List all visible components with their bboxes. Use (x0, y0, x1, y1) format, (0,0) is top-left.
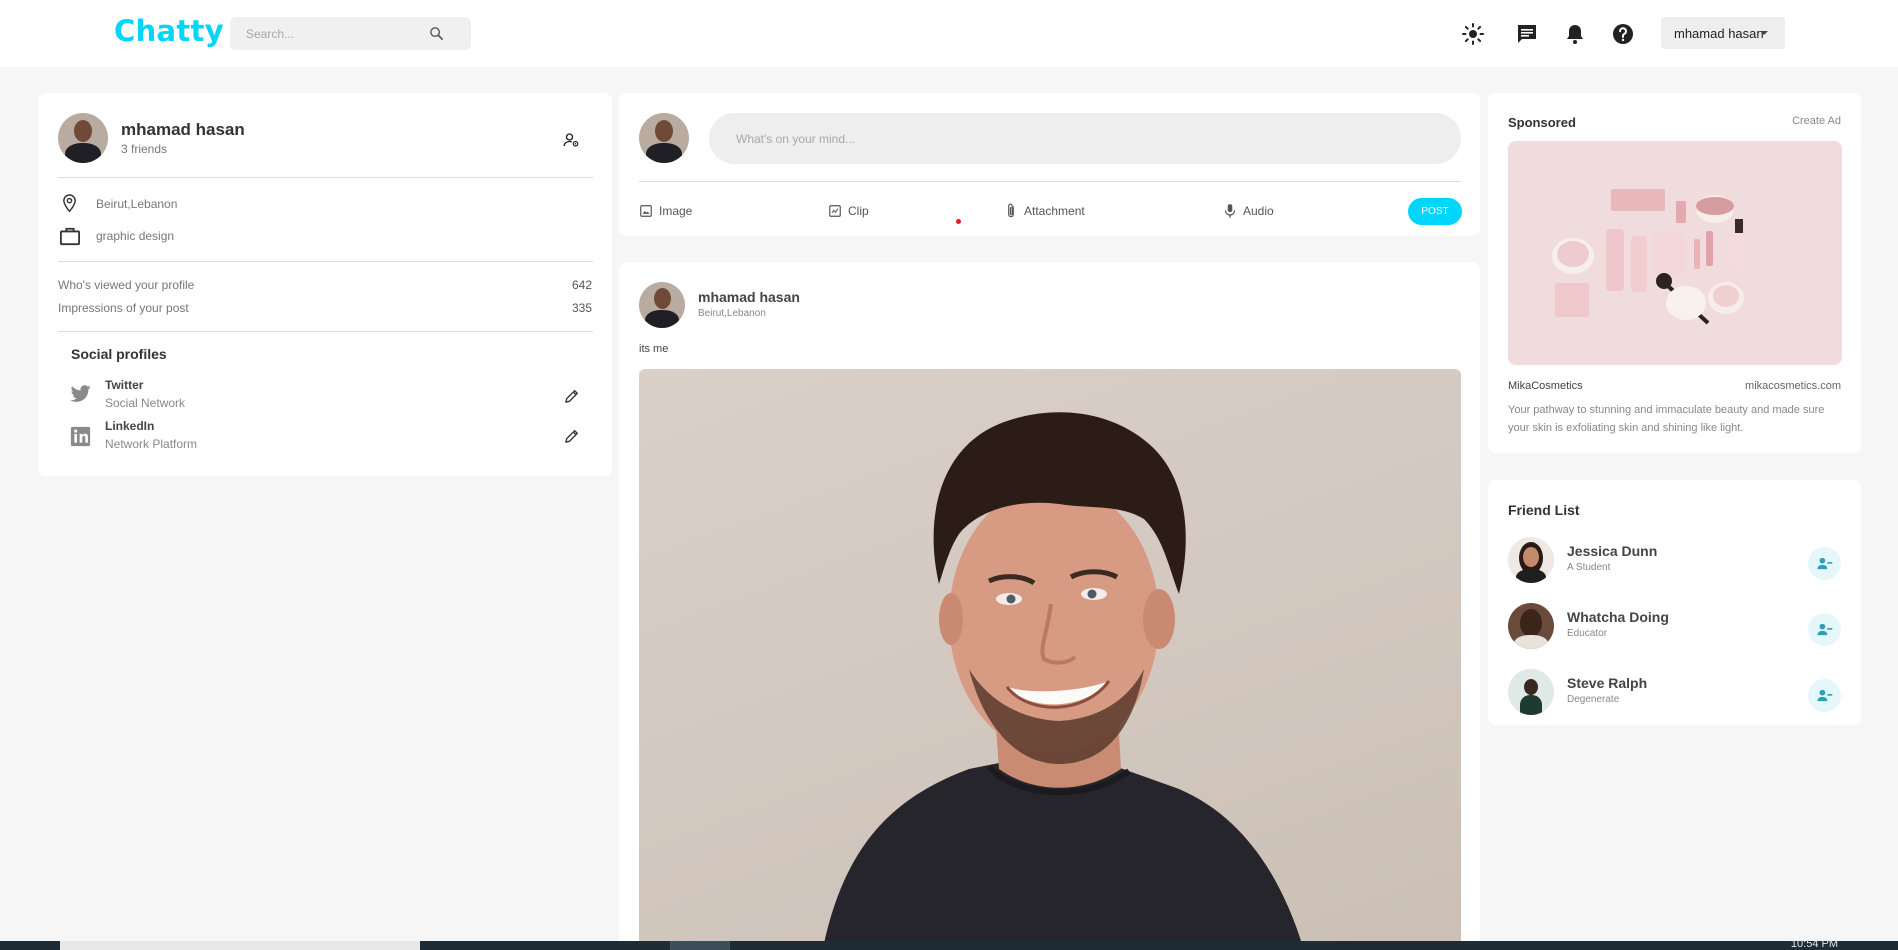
post-author-name[interactable]: mhamad hasan (698, 289, 800, 305)
cosmetics-photo (1508, 141, 1842, 365)
taskbar-search[interactable] (60, 941, 420, 950)
help-icon[interactable] (1611, 22, 1635, 46)
sponsored-card: Sponsored Create Ad MikaCosmetics mikaco… (1488, 93, 1861, 453)
friend-subtitle: Degenerate (1567, 694, 1620, 705)
twitter-sub: Social Network (105, 396, 186, 410)
image-action-button[interactable]: Image (639, 202, 692, 220)
remove-friend-button[interactable] (1808, 613, 1841, 646)
stat-label-profile-views: Who's viewed your profile (58, 278, 195, 292)
search-input[interactable] (246, 17, 426, 50)
ad-url[interactable]: mikacosmetics.com (1745, 380, 1841, 392)
composer-avatar[interactable] (639, 113, 689, 163)
location-icon (63, 194, 76, 213)
friend-list-card: Friend List Jessica Dunn A Student Whatc… (1488, 480, 1861, 725)
friend-name[interactable]: Steve Ralph (1567, 675, 1647, 691)
linkedin-name[interactable]: LinkedIn (105, 419, 154, 433)
stat-value-profile-views: 642 (571, 278, 592, 292)
mic-icon (1224, 204, 1236, 218)
friend-subtitle: A Student (1567, 562, 1611, 573)
top-navbar: Chatty mhamad hasan (0, 0, 1898, 67)
attachment-action-label: Attachment (1024, 204, 1085, 218)
profile-avatar[interactable] (58, 113, 108, 163)
friend-avatar[interactable] (1508, 537, 1554, 583)
manage-friends-icon[interactable] (562, 131, 580, 149)
profile-name[interactable]: mhamad hasan (121, 120, 245, 140)
chevron-down-icon (1760, 31, 1768, 35)
ad-image[interactable] (1508, 141, 1842, 365)
recording-indicator (956, 219, 961, 224)
search-icon[interactable] (428, 25, 445, 42)
sun-icon[interactable] (1461, 22, 1485, 46)
friend-avatar[interactable] (1508, 603, 1554, 649)
post-composer: Image Clip Attachment Audio POST (619, 93, 1480, 236)
user-menu-button[interactable]: mhamad hasan (1661, 17, 1785, 49)
friend-item[interactable]: Steve Ralph Degenerate (1508, 669, 1841, 715)
remove-friend-button[interactable] (1808, 547, 1841, 580)
divider (639, 181, 1461, 182)
divider (58, 261, 593, 262)
remove-friend-icon (1817, 623, 1833, 636)
ad-description: Your pathway to stunning and immaculate … (1508, 404, 1825, 434)
friend-list-title: Friend List (1508, 502, 1580, 518)
divider (58, 331, 593, 332)
clip-icon (829, 205, 841, 217)
remove-friend-icon (1817, 557, 1833, 570)
image-action-label: Image (659, 204, 693, 218)
remove-friend-icon (1817, 689, 1833, 702)
paperclip-icon (1008, 203, 1014, 218)
post-image[interactable] (639, 369, 1461, 950)
create-ad-link[interactable]: Create Ad (1792, 115, 1841, 127)
twitter-name[interactable]: Twitter (105, 378, 143, 392)
social-profiles-title: Social profiles (71, 346, 167, 362)
taskbar-clock[interactable]: 10:54 PM (1791, 938, 1838, 950)
post-text: its me (639, 343, 669, 355)
friend-subtitle: Educator (1567, 628, 1608, 639)
friend-name[interactable]: Jessica Dunn (1567, 543, 1657, 559)
profile-card: mhamad hasan 3 friends Beirut,Lebanon gr… (38, 93, 612, 476)
friend-item[interactable]: Jessica Dunn A Student (1508, 537, 1841, 583)
stat-value-post-impressions: 335 (571, 301, 592, 315)
linkedin-icon (70, 426, 91, 447)
post-card: mhamad hasan Beirut,Lebanon its me (619, 262, 1480, 950)
profile-location: Beirut,Lebanon (96, 197, 178, 211)
edit-icon[interactable] (564, 428, 580, 444)
briefcase-icon (60, 227, 80, 246)
os-taskbar: 10:54 PM (0, 938, 1898, 950)
linkedin-sub: Network Platform (105, 437, 198, 451)
chat-icon[interactable] (1515, 22, 1539, 46)
bell-icon[interactable] (1563, 22, 1587, 46)
stat-label-post-impressions: Impressions of your post (58, 301, 189, 315)
edit-icon[interactable] (564, 388, 580, 404)
audio-action-button[interactable]: Audio (1223, 202, 1274, 220)
post-location: Beirut,Lebanon (698, 308, 766, 319)
attachment-action-button[interactable]: Attachment (1004, 202, 1085, 220)
friend-item[interactable]: Whatcha Doing Educator (1508, 603, 1841, 649)
friends-count: 3 friends (121, 142, 168, 156)
image-icon (640, 205, 652, 217)
search-box[interactable] (230, 17, 471, 50)
clip-action-label: Clip (848, 204, 869, 218)
ad-brand-name[interactable]: MikaCosmetics (1508, 380, 1583, 392)
post-author-avatar[interactable] (639, 282, 685, 328)
audio-action-label: Audio (1243, 204, 1274, 218)
friend-name[interactable]: Whatcha Doing (1567, 609, 1669, 625)
twitter-icon (70, 385, 91, 402)
app-logo[interactable]: Chatty (114, 14, 224, 48)
clip-action-button[interactable]: Clip (828, 202, 869, 220)
person-photo (822, 412, 1304, 950)
post-text-input[interactable] (709, 113, 1461, 164)
post-button[interactable]: POST (1408, 198, 1462, 225)
profile-occupation: graphic design (96, 229, 175, 243)
divider (58, 177, 593, 178)
remove-friend-button[interactable] (1808, 679, 1841, 712)
taskbar-active-app[interactable] (670, 941, 730, 950)
sponsored-title: Sponsored (1508, 115, 1576, 130)
friend-avatar[interactable] (1508, 669, 1554, 715)
user-menu-label: mhamad hasan (1674, 26, 1764, 41)
